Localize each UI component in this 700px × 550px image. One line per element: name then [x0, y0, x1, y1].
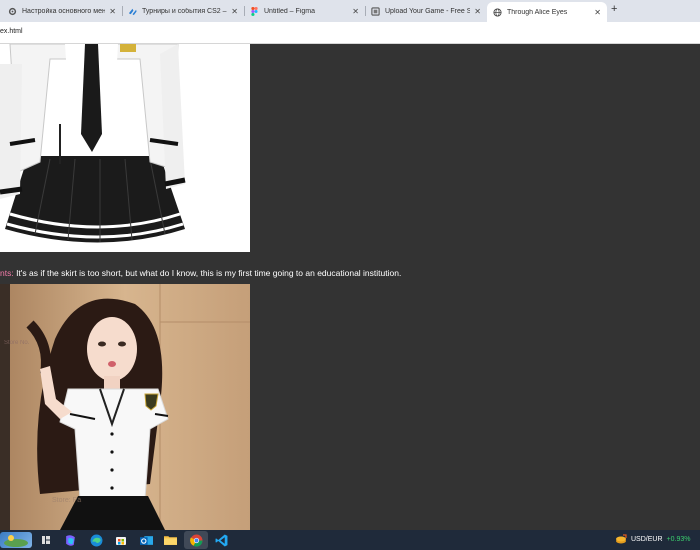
svg-text:Store: Pa: Store: Pa [52, 497, 81, 504]
tab-strip: Настройка основного меню ✕ Турниры и соб… [0, 0, 700, 22]
page-content: nts: It's as if the skirt is too short, … [0, 44, 700, 530]
ticker-label: USD/EUR [631, 535, 663, 543]
ticker-change: +0.93% [666, 535, 691, 543]
tab-menu-settings[interactable]: Настройка основного меню ✕ [2, 2, 122, 20]
browser-window: Настройка основного меню ✕ Турниры и соб… [0, 0, 700, 550]
task-view-icon[interactable] [38, 532, 54, 548]
edge-icon[interactable] [88, 532, 104, 548]
tab-title: Through Alice Eyes [507, 8, 568, 16]
page-icon [371, 6, 380, 16]
globe-icon [493, 7, 502, 17]
liquipedia-icon [128, 7, 137, 16]
tab-title: Турниры и события CS2 – Узн [142, 7, 227, 15]
close-icon[interactable]: ✕ [231, 7, 238, 16]
vscode-icon[interactable] [213, 532, 229, 548]
close-icon[interactable]: ✕ [352, 7, 359, 16]
address-bar[interactable]: ex.html [0, 22, 700, 44]
character-photo: Store No. Store: Pa [0, 284, 250, 530]
taskbar: USD/EUR +0.93% [0, 530, 700, 550]
tab-title: Untitled – Figma [264, 7, 315, 15]
svg-text:Store No.: Store No. [4, 340, 30, 346]
currency-icon [615, 534, 627, 544]
tab-title: Upload Your Game - Free Sex G [385, 7, 471, 15]
dialogue-caption: nts: It's as if the skirt is too short, … [0, 268, 401, 278]
figma-icon [250, 6, 259, 16]
file-explorer-icon[interactable] [162, 532, 178, 548]
uniform-image [0, 44, 250, 252]
tab-cs2-tournaments[interactable]: Турниры и события CS2 – Узн ✕ [122, 2, 244, 20]
tab-title: Настройка основного меню [22, 7, 106, 15]
new-tab-button[interactable]: + [611, 3, 617, 15]
close-icon[interactable]: ✕ [109, 7, 116, 16]
tab-through-alice-eyes[interactable]: Through Alice Eyes ✕ [487, 2, 607, 22]
gear-icon [8, 7, 17, 16]
close-icon[interactable]: ✕ [594, 8, 601, 17]
outlook-icon[interactable] [138, 532, 154, 548]
tab-upload-game[interactable]: Upload Your Game - Free Sex G ✕ [365, 2, 487, 20]
store-icon[interactable] [113, 532, 129, 548]
speaker-name: nts: [0, 268, 14, 278]
tab-figma[interactable]: Untitled – Figma ✕ [244, 2, 365, 20]
weather-icon[interactable] [0, 532, 32, 548]
url-text[interactable]: ex.html [0, 28, 23, 35]
dialogue-text: It's as if the skirt is too short, but w… [13, 268, 402, 278]
chrome-icon[interactable] [188, 532, 204, 548]
currency-ticker[interactable]: USD/EUR +0.93% [615, 534, 690, 544]
close-icon[interactable]: ✕ [474, 7, 481, 16]
copilot-icon[interactable] [62, 532, 78, 548]
